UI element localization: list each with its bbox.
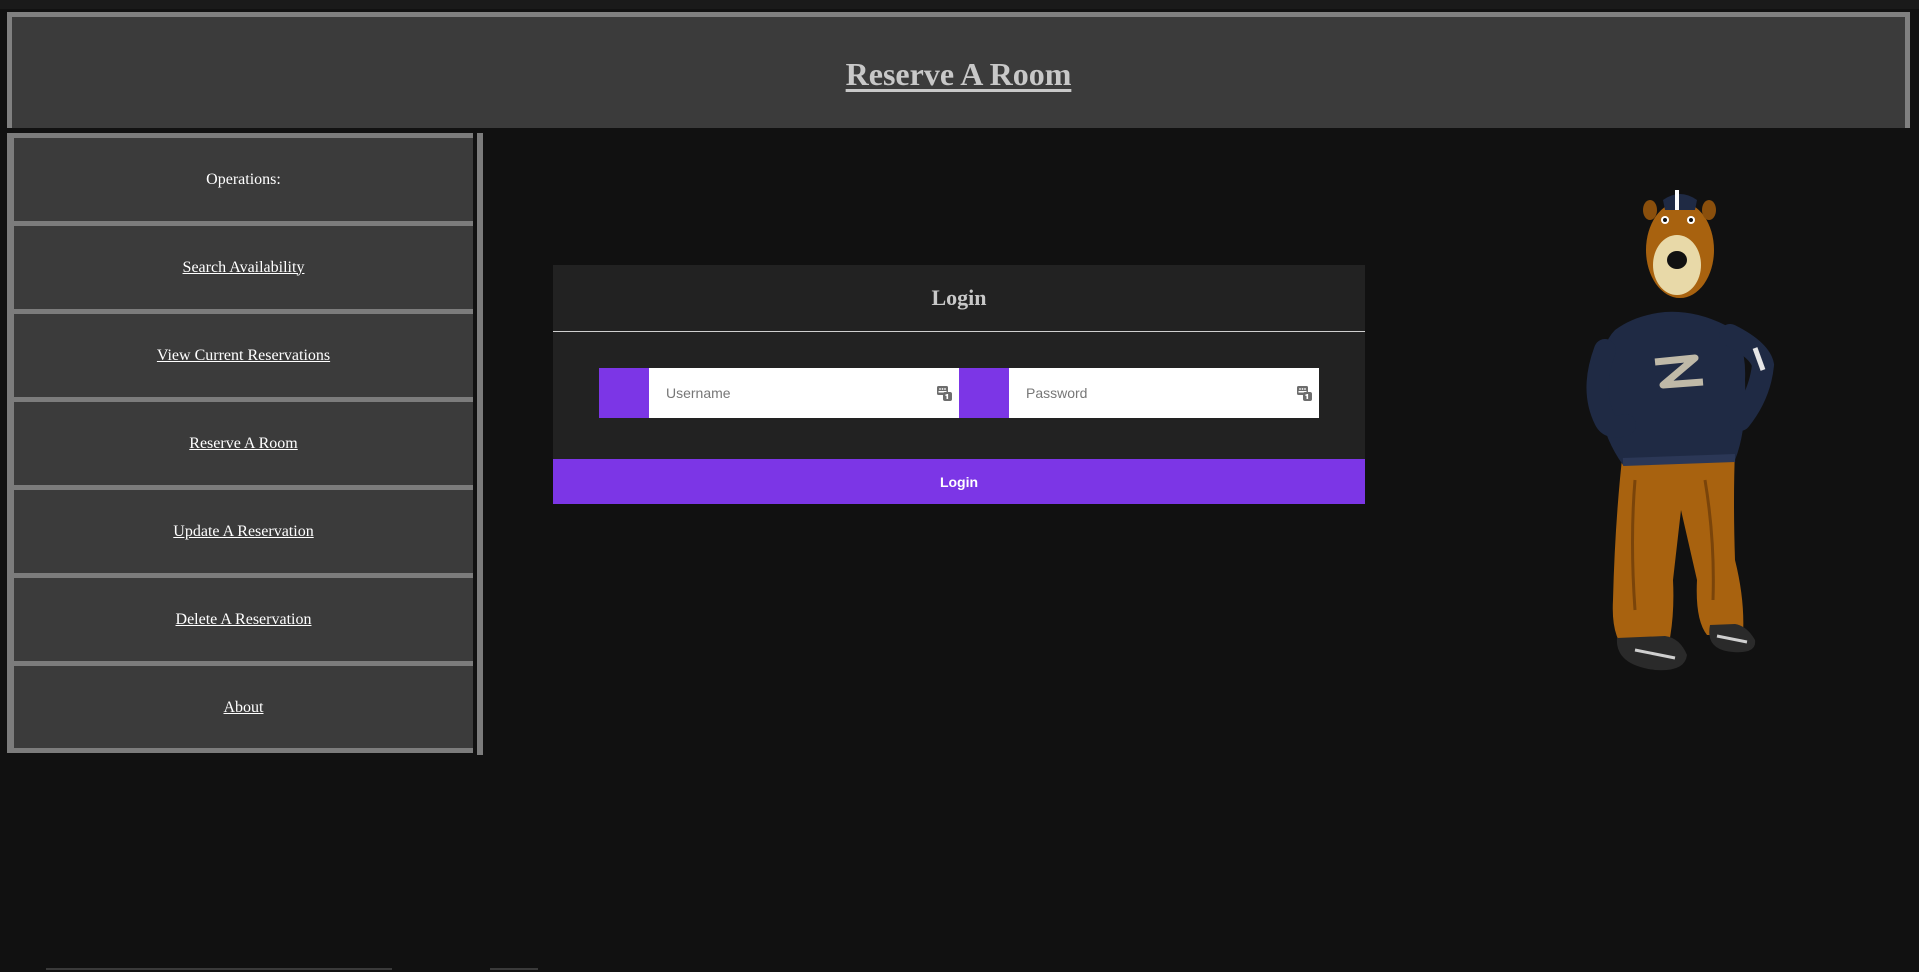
sidebar: Operations: Search Availability View Cur… [7, 133, 483, 755]
login-title: Login [931, 285, 987, 310]
username-input[interactable] [649, 368, 959, 418]
login-form: Login Username Login [553, 265, 1365, 504]
sidebar-link-search-availability[interactable]: Search Availability [183, 259, 305, 277]
top-strip [0, 0, 1919, 9]
sidebar-link-update-a-reservation[interactable]: Update A Reservation [173, 523, 313, 541]
password-manager-icon[interactable] [1297, 385, 1312, 401]
password-manager-icon[interactable] [937, 385, 952, 401]
sidebar-item-search-availability[interactable]: Search Availability [7, 221, 473, 309]
sidebar-item-reserve-a-room[interactable]: Reserve A Room [7, 397, 473, 485]
login-fields [599, 368, 1319, 418]
password-field-tab [959, 368, 1009, 418]
sidebar-item-view-current-reservations[interactable]: View Current Reservations [7, 309, 473, 397]
zippy-mascot-image [1586, 190, 1775, 671]
sidebar-item-delete-a-reservation[interactable]: Delete A Reservation [7, 573, 473, 661]
sidebar-item-about[interactable]: About [7, 661, 473, 749]
login-button[interactable]: Login [553, 459, 1365, 504]
username-field-wrap [649, 368, 959, 418]
sidebar-bottom-border [7, 748, 473, 753]
page-title[interactable]: Reserve A Room [846, 56, 1072, 93]
sidebar-link-delete-a-reservation[interactable]: Delete A Reservation [176, 611, 312, 629]
login-header: Login [553, 265, 1365, 332]
sidebar-link-reserve-a-room[interactable]: Reserve A Room [189, 435, 297, 453]
sidebar-heading-operations: Operations: [7, 133, 473, 221]
password-field-group [959, 368, 1319, 418]
password-input[interactable] [1009, 368, 1319, 418]
username-field-group [599, 368, 959, 418]
page-header: Reserve A Room [7, 12, 1910, 128]
bottom-divider [490, 968, 538, 970]
bottom-divider [46, 968, 392, 970]
password-field-wrap [1009, 368, 1319, 418]
sidebar-heading-label: Operations: [206, 170, 281, 188]
username-field-tab [599, 368, 649, 418]
sidebar-link-view-current-reservations[interactable]: View Current Reservations [157, 347, 330, 365]
sidebar-item-update-a-reservation[interactable]: Update A Reservation [7, 485, 473, 573]
sidebar-link-about[interactable]: About [224, 699, 264, 717]
